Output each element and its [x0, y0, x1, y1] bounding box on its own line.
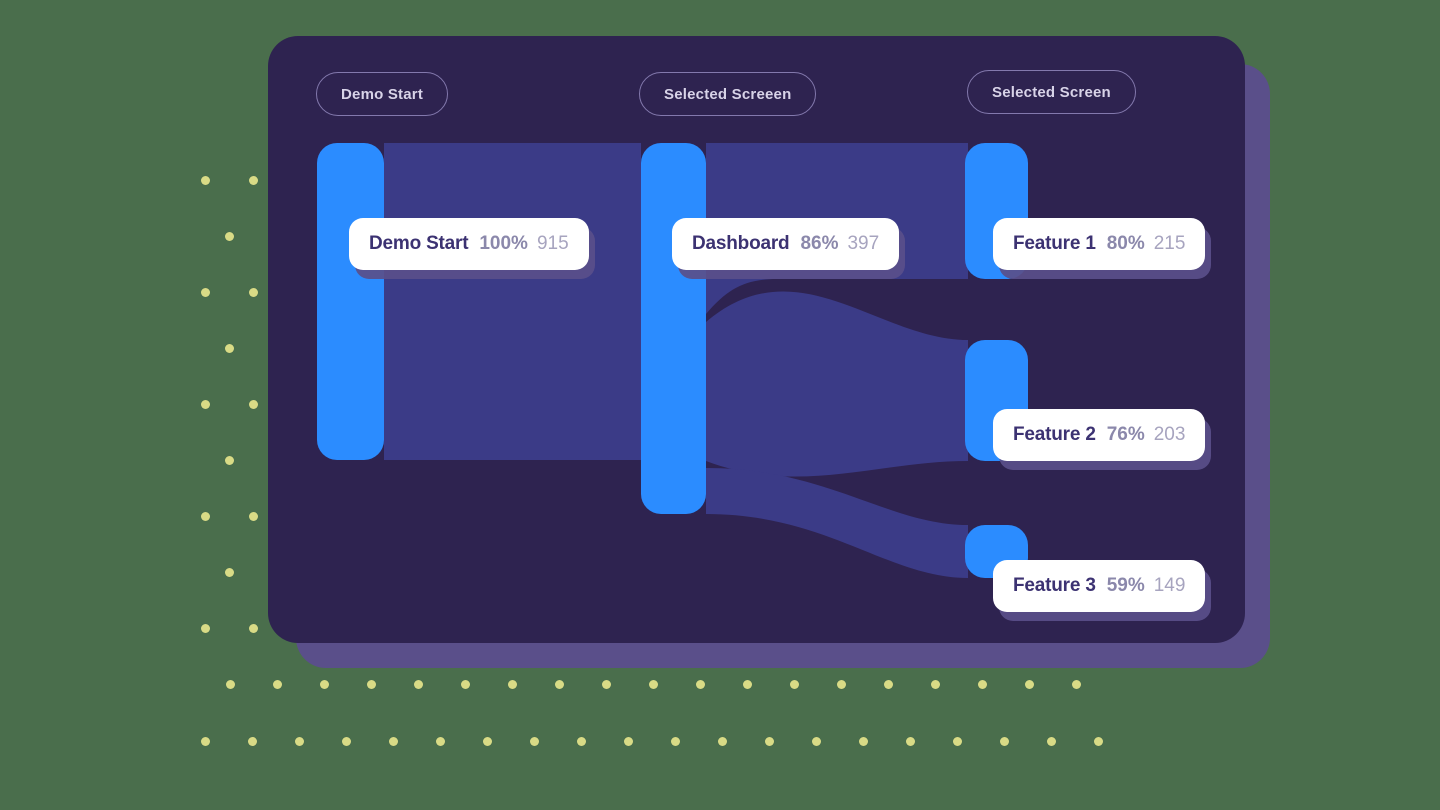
decorative-dot	[1094, 737, 1103, 746]
node-percent: 80%	[1106, 233, 1145, 254]
decorative-dot	[483, 737, 492, 746]
sankey-diagram-stage: Demo Start Selected Screeen Selected Scr…	[0, 0, 1440, 810]
decorative-dot	[225, 232, 234, 241]
decorative-dot	[436, 737, 445, 746]
decorative-dot	[812, 737, 821, 746]
sankey-graph	[317, 143, 1028, 578]
decorative-dot	[273, 680, 282, 689]
decorative-dot	[508, 680, 517, 689]
decorative-dot	[249, 400, 258, 409]
decorative-dot	[790, 680, 799, 689]
node-count: 397	[847, 233, 880, 254]
decorative-dot	[859, 737, 868, 746]
node-name: Demo Start	[369, 233, 469, 254]
decorative-dot	[671, 737, 680, 746]
decorative-dot	[884, 680, 893, 689]
decorative-dot	[696, 680, 705, 689]
node-count: 215	[1153, 233, 1186, 254]
decorative-dot	[978, 680, 987, 689]
sankey-node-label-feature-2[interactable]: Feature 2 76% 203	[993, 409, 1206, 461]
sankey-node-label-feature-1[interactable]: Feature 1 80% 215	[993, 218, 1206, 270]
decorative-dot	[249, 288, 258, 297]
decorative-dot	[201, 176, 210, 185]
decorative-dot	[201, 737, 210, 746]
decorative-dot	[555, 680, 564, 689]
sankey-card: Demo Start Selected Screeen Selected Scr…	[268, 36, 1245, 643]
decorative-dot	[225, 456, 234, 465]
decorative-dot	[837, 680, 846, 689]
decorative-dot	[530, 737, 539, 746]
decorative-dot	[225, 344, 234, 353]
decorative-dot	[649, 680, 658, 689]
node-percent: 76%	[1106, 424, 1145, 445]
node-count: 149	[1153, 575, 1186, 596]
node-percent: 86%	[800, 233, 839, 254]
decorative-dot	[577, 737, 586, 746]
decorative-dot	[1047, 737, 1056, 746]
sankey-link-dashboard-to-feature-2	[706, 291, 968, 477]
decorative-dot	[225, 568, 234, 577]
decorative-dot	[931, 680, 940, 689]
node-name: Feature 1	[1013, 233, 1096, 254]
node-name: Feature 3	[1013, 575, 1096, 596]
decorative-dot	[624, 737, 633, 746]
node-percent: 59%	[1106, 575, 1145, 596]
sankey-node-label-demo-start[interactable]: Demo Start 100% 915	[349, 218, 589, 270]
node-count: 203	[1153, 424, 1186, 445]
node-count: 915	[536, 233, 569, 254]
decorative-dot	[1000, 737, 1009, 746]
decorative-dot	[249, 176, 258, 185]
decorative-dot	[953, 737, 962, 746]
decorative-dot	[743, 680, 752, 689]
decorative-dot	[367, 680, 376, 689]
sankey-node-label-feature-3[interactable]: Feature 3 59% 149	[993, 560, 1206, 612]
decorative-dot	[765, 737, 774, 746]
decorative-dot	[342, 737, 351, 746]
decorative-dot	[906, 737, 915, 746]
decorative-dot	[295, 737, 304, 746]
decorative-dot	[201, 400, 210, 409]
decorative-dot	[1025, 680, 1034, 689]
decorative-dot	[201, 288, 210, 297]
decorative-dot	[248, 737, 257, 746]
decorative-dot	[249, 512, 258, 521]
node-percent: 100%	[479, 233, 528, 254]
decorative-dot	[718, 737, 727, 746]
decorative-dot	[249, 624, 258, 633]
node-name: Dashboard	[692, 233, 790, 254]
sankey-node-label-dashboard[interactable]: Dashboard 86% 397	[672, 218, 900, 270]
node-name: Feature 2	[1013, 424, 1096, 445]
sankey-link-dashboard-to-feature-3	[706, 468, 968, 578]
decorative-dot	[389, 737, 398, 746]
sankey-bar-dashboard[interactable]	[641, 143, 706, 514]
decorative-dot	[414, 680, 423, 689]
decorative-dot	[201, 512, 210, 521]
decorative-dot	[320, 680, 329, 689]
decorative-dot	[602, 680, 611, 689]
decorative-dot	[201, 624, 210, 633]
decorative-dot	[1072, 680, 1081, 689]
sankey-bar-demo-start[interactable]	[317, 143, 384, 460]
decorative-dot	[226, 680, 235, 689]
decorative-dot	[461, 680, 470, 689]
sankey-link-demo-start-to-dashboard	[384, 143, 641, 460]
